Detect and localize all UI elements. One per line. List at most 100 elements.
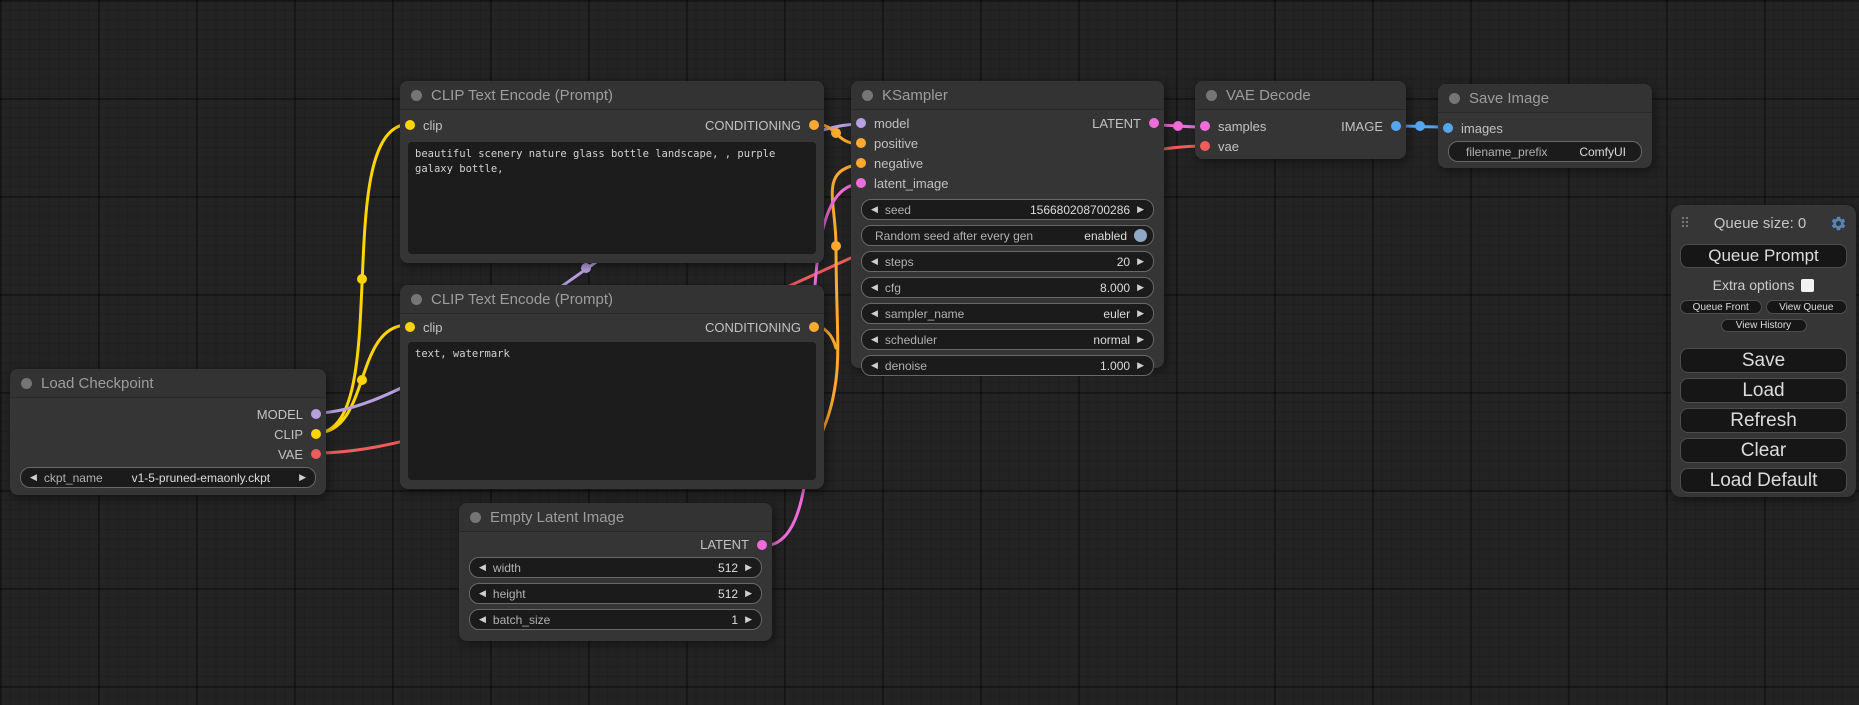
steps-widget[interactable]: ◀ steps 20 ▶: [861, 251, 1154, 272]
decrement-icon[interactable]: ◀: [479, 563, 486, 572]
random-seed-toggle-widget[interactable]: Random seed after every gen enabled: [861, 225, 1154, 246]
view-queue-button[interactable]: View Queue: [1766, 300, 1848, 314]
output-latent[interactable]: LATENT: [1092, 116, 1164, 131]
prompt-textarea[interactable]: text, watermark: [408, 342, 816, 480]
sampler-name-widget[interactable]: ◀ sampler_name euler ▶: [861, 303, 1154, 324]
input-clip[interactable]: clip: [400, 118, 443, 133]
node-graph-canvas[interactable]: Load Checkpoint MODEL CLIP VAE ◀ ckpt_na…: [0, 0, 1859, 705]
decrement-icon[interactable]: ◀: [871, 309, 878, 318]
output-model[interactable]: MODEL: [10, 404, 326, 424]
denoise-widget[interactable]: ◀ denoise 1.000 ▶: [861, 355, 1154, 376]
output-vae[interactable]: VAE: [10, 444, 326, 464]
scheduler-widget[interactable]: ◀ scheduler normal ▶: [861, 329, 1154, 350]
increment-icon[interactable]: ▶: [1137, 205, 1144, 214]
latent-port-icon[interactable]: [1200, 121, 1210, 131]
seed-widget[interactable]: ◀ seed 156680208700286 ▶: [861, 199, 1154, 220]
decrement-icon[interactable]: ◀: [871, 335, 878, 344]
batch-size-widget[interactable]: ◀ batch_size 1 ▶: [469, 609, 762, 630]
ckpt-name-widget[interactable]: ◀ ckpt_name v1-5-pruned-emaonly.ckpt ▶: [20, 467, 316, 488]
image-port-icon[interactable]: [1443, 123, 1453, 133]
output-latent[interactable]: LATENT: [459, 532, 772, 557]
model-port-icon[interactable]: [856, 118, 866, 128]
node-titlebar[interactable]: VAE Decode: [1195, 81, 1406, 110]
increment-icon[interactable]: ▶: [1137, 335, 1144, 344]
prompt-textarea[interactable]: beautiful scenery nature glass bottle la…: [408, 142, 816, 254]
toggle-icon[interactable]: [1134, 229, 1147, 242]
node-ksampler[interactable]: KSampler model LATENT positive negative …: [851, 81, 1164, 368]
increment-icon[interactable]: ▶: [745, 589, 752, 598]
input-samples[interactable]: samples: [1195, 119, 1266, 134]
height-widget[interactable]: ◀ height 512 ▶: [469, 583, 762, 604]
output-image[interactable]: IMAGE: [1341, 119, 1406, 134]
node-clip-text-encode-negative[interactable]: CLIP Text Encode (Prompt) clip CONDITION…: [400, 285, 824, 489]
output-conditioning[interactable]: CONDITIONING: [705, 118, 824, 133]
input-clip[interactable]: clip: [400, 320, 443, 335]
conditioning-port-icon[interactable]: [809, 120, 819, 130]
node-save-image[interactable]: Save Image images filename_prefix ComfyU…: [1438, 84, 1652, 168]
decrement-icon[interactable]: ◀: [871, 205, 878, 214]
vae-port-icon[interactable]: [1200, 141, 1210, 151]
input-vae[interactable]: vae: [1195, 136, 1406, 156]
extra-options-checkbox[interactable]: [1801, 279, 1814, 292]
cfg-widget[interactable]: ◀ cfg 8.000 ▶: [861, 277, 1154, 298]
model-port-icon[interactable]: [311, 409, 321, 419]
view-history-button[interactable]: View History: [1721, 319, 1807, 332]
node-titlebar[interactable]: KSampler: [851, 81, 1164, 110]
decrement-icon[interactable]: ◀: [479, 615, 486, 624]
node-titlebar[interactable]: Load Checkpoint: [10, 369, 326, 398]
conditioning-port-icon[interactable]: [856, 158, 866, 168]
increment-icon[interactable]: ▶: [1137, 257, 1144, 266]
output-clip[interactable]: CLIP: [10, 424, 326, 444]
collapse-dot-icon[interactable]: [1449, 93, 1460, 104]
load-default-button[interactable]: Load Default: [1680, 468, 1847, 493]
input-model[interactable]: model: [851, 116, 909, 131]
clip-port-icon[interactable]: [405, 322, 415, 332]
increment-icon[interactable]: ▶: [1137, 309, 1144, 318]
decrement-icon[interactable]: ◀: [871, 257, 878, 266]
decrement-icon[interactable]: ◀: [30, 473, 37, 482]
filename-prefix-widget[interactable]: filename_prefix ComfyUI: [1448, 141, 1642, 162]
input-images[interactable]: images: [1438, 118, 1652, 138]
collapse-dot-icon[interactable]: [862, 90, 873, 101]
node-clip-text-encode-positive[interactable]: CLIP Text Encode (Prompt) clip CONDITION…: [400, 81, 824, 263]
increment-icon[interactable]: ▶: [745, 615, 752, 624]
save-button[interactable]: Save: [1680, 348, 1847, 373]
decrement-icon[interactable]: ◀: [479, 589, 486, 598]
latent-port-icon[interactable]: [757, 540, 767, 550]
collapse-dot-icon[interactable]: [411, 90, 422, 101]
clip-port-icon[interactable]: [311, 429, 321, 439]
latent-port-icon[interactable]: [856, 178, 866, 188]
width-widget[interactable]: ◀ width 512 ▶: [469, 557, 762, 578]
latent-port-icon[interactable]: [1149, 118, 1159, 128]
image-port-icon[interactable]: [1391, 121, 1401, 131]
decrement-icon[interactable]: ◀: [871, 283, 878, 292]
decrement-icon[interactable]: ◀: [871, 361, 878, 370]
node-vae-decode[interactable]: VAE Decode samples IMAGE vae: [1195, 81, 1406, 159]
node-titlebar[interactable]: Empty Latent Image: [459, 503, 772, 532]
conditioning-port-icon[interactable]: [856, 138, 866, 148]
collapse-dot-icon[interactable]: [411, 294, 422, 305]
collapse-dot-icon[interactable]: [470, 512, 481, 523]
load-button[interactable]: Load: [1680, 378, 1847, 403]
node-titlebar[interactable]: CLIP Text Encode (Prompt): [400, 81, 824, 110]
node-empty-latent-image[interactable]: Empty Latent Image LATENT ◀ width 512 ▶ …: [459, 503, 772, 641]
node-titlebar[interactable]: Save Image: [1438, 84, 1652, 113]
queue-prompt-button[interactable]: Queue Prompt: [1680, 244, 1847, 268]
node-load-checkpoint[interactable]: Load Checkpoint MODEL CLIP VAE ◀ ckpt_na…: [10, 369, 326, 495]
increment-icon[interactable]: ▶: [299, 473, 306, 482]
settings-gear-icon[interactable]: [1830, 215, 1847, 232]
input-latent-image[interactable]: latent_image: [851, 173, 1164, 193]
node-titlebar[interactable]: CLIP Text Encode (Prompt): [400, 285, 824, 314]
refresh-button[interactable]: Refresh: [1680, 408, 1847, 433]
conditioning-port-icon[interactable]: [809, 322, 819, 332]
collapse-dot-icon[interactable]: [1206, 90, 1217, 101]
output-conditioning[interactable]: CONDITIONING: [705, 320, 824, 335]
input-negative[interactable]: negative: [851, 153, 1164, 173]
increment-icon[interactable]: ▶: [1137, 283, 1144, 292]
increment-icon[interactable]: ▶: [745, 563, 752, 572]
increment-icon[interactable]: ▶: [1137, 361, 1144, 370]
input-positive[interactable]: positive: [851, 133, 1164, 153]
collapse-dot-icon[interactable]: [21, 378, 32, 389]
queue-front-button[interactable]: Queue Front: [1680, 300, 1762, 314]
vae-port-icon[interactable]: [311, 449, 321, 459]
